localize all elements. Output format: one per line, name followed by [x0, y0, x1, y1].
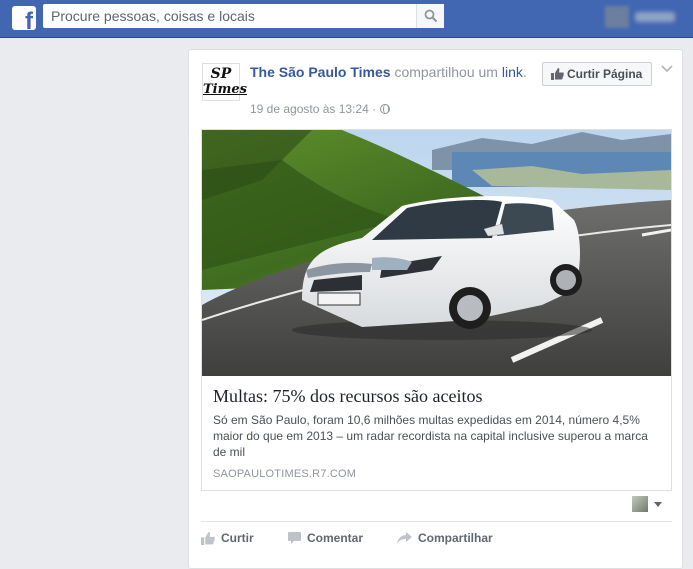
post-headline: The São Paulo Times compartilhou um link… [250, 63, 540, 82]
shared-link-word[interactable]: link [502, 64, 523, 80]
page-logo[interactable]: SP Times [202, 63, 247, 101]
search-button[interactable] [416, 4, 444, 28]
profile-name-blurred [635, 12, 675, 22]
top-navigation-bar: f [0, 0, 693, 38]
headline-period: . [522, 64, 527, 80]
facebook-logo-letter: f [25, 8, 33, 31]
post-meta: 19 de agosto às 13:24 · [250, 102, 391, 116]
page-logo-line1: SP [210, 66, 232, 82]
article-domain: SAOPAULOTIMES.R7.COM [213, 468, 357, 480]
thumbs-up-icon [551, 68, 564, 80]
comment-icon [288, 532, 301, 544]
post-actions-bar: Curtir Comentar Compartilhar [201, 528, 672, 548]
article-description: Só em São Paulo, foram 10,6 milhões mult… [213, 413, 648, 459]
page-name-link[interactable]: The São Paulo Times [250, 64, 391, 80]
thumbs-up-icon [201, 531, 215, 545]
globe-icon[interactable] [380, 104, 391, 114]
share-label: Compartilhar [418, 531, 493, 545]
link-preview[interactable]: Multas: 75% dos recursos são aceitos Só … [201, 129, 672, 491]
article-title[interactable]: Multas: 75% dos recursos são aceitos [213, 386, 663, 407]
comment-label: Comentar [307, 531, 364, 545]
like-page-label: Curtir Página [567, 67, 643, 81]
article-image[interactable] [202, 130, 671, 376]
profile-shortcut[interactable] [605, 6, 690, 28]
chevron-down-icon[interactable] [660, 64, 674, 74]
avatar [605, 6, 629, 28]
post-card: SP Times The São Paulo Times compartilho… [188, 49, 683, 569]
like-page-button[interactable]: Curtir Página [542, 62, 652, 86]
share-icon [397, 532, 412, 544]
avatar [632, 496, 648, 512]
comment-button[interactable]: Comentar [288, 528, 363, 548]
search-box [43, 4, 444, 28]
search-input[interactable] [43, 4, 415, 28]
like-label: Curtir [221, 531, 254, 545]
caret-down-icon [654, 502, 662, 507]
post-timestamp[interactable]: 19 de agosto às 13:24 · [250, 102, 376, 116]
post-as-selector[interactable] [632, 496, 664, 512]
facebook-logo-icon[interactable]: f [12, 6, 36, 30]
shared-action-text: compartilhou um [390, 64, 502, 80]
page-logo-line2: Times [203, 82, 247, 97]
share-button[interactable]: Compartilhar [397, 528, 493, 548]
divider [201, 521, 672, 522]
like-button[interactable]: Curtir [201, 528, 254, 548]
search-icon [424, 9, 438, 23]
